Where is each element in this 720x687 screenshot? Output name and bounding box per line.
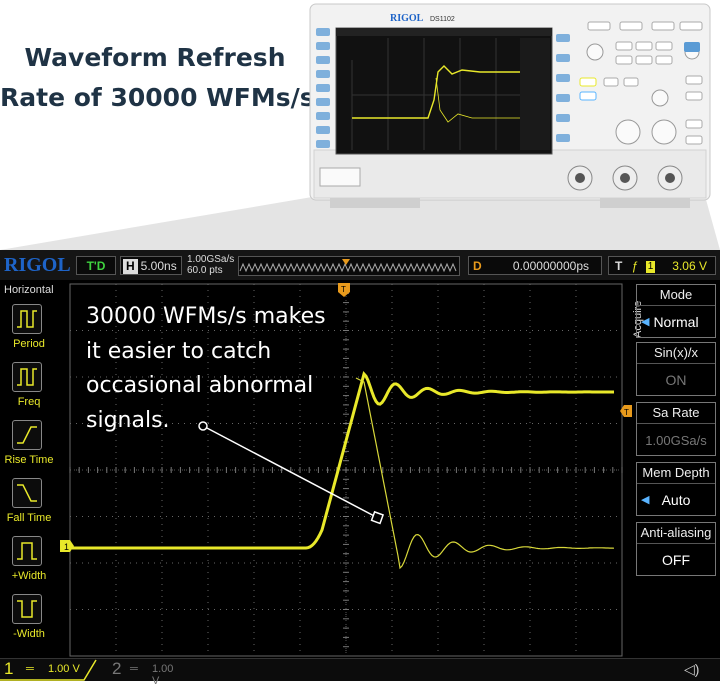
anti-aliasing-softkey[interactable]: Anti-aliasing OFF [636, 522, 716, 576]
ch1-marker: 1 [60, 540, 74, 552]
device-model: DS1102 [430, 16, 455, 23]
ch1-tab-outline [0, 659, 97, 681]
acquire-menu: Acquire Mode ◀ Normal Sin(x)/x ON Sa Rate… [632, 282, 720, 660]
delay-value: 0.00000000ps [512, 259, 589, 273]
delay-display[interactable]: D 0.00000000ps [468, 256, 602, 275]
mem-depth-value: Auto [661, 492, 691, 508]
positive-width-button[interactable] [12, 536, 42, 566]
fall-time-button[interactable] [12, 478, 42, 508]
trigger-level: 3.06 V [672, 259, 707, 273]
dc-coupling-icon: ═ [130, 663, 138, 675]
mem-depth-title: Mem Depth [637, 463, 715, 484]
mode-softkey[interactable]: Mode ◀ Normal [636, 284, 716, 338]
device-foot-right [600, 198, 690, 208]
sa-rate-title: Sa Rate [637, 403, 715, 424]
memory-overview-bar [238, 256, 460, 276]
input-connectors [567, 165, 683, 191]
anti-aliasing-title: Anti-aliasing [637, 523, 715, 544]
device-logo: RIGOL [390, 13, 424, 24]
svg-text:T: T [624, 408, 629, 417]
period-icon [17, 310, 37, 328]
mode-value-row: ◀ Normal [637, 306, 715, 339]
anti-aliasing-value: OFF [662, 552, 690, 568]
oscilloscope-illustration: RIGOL DS1102 [0, 3, 720, 250]
timebase-display[interactable]: H 5.00ns [120, 256, 182, 275]
sinx-title: Sin(x)/x [637, 343, 715, 364]
freq-icon [17, 368, 37, 386]
mode-title: Mode [637, 285, 715, 306]
fall-time-label: Fall Time [6, 512, 52, 524]
device-slot [319, 167, 361, 187]
left-softkeys [316, 28, 330, 148]
negative-width-label: -Width [13, 628, 45, 640]
mode-value: Normal [653, 314, 699, 330]
annotation-line-2: it easier to catch [86, 338, 272, 364]
channel-status-bar: 1 ═ 1.00 V 2 ═ 1.00 V ◁) [0, 658, 720, 687]
sinx-softkey[interactable]: Sin(x)/x ON [636, 342, 716, 396]
device-screen-menu [520, 38, 550, 150]
positive-width-icon [17, 542, 37, 560]
oscilloscope-screen: RIGOL T'D H 5.00ns 1.00GSa/s 60.0 pts D 0… [0, 250, 720, 687]
speaker-icon[interactable]: ◁) [684, 661, 699, 678]
annotation-line-4: signals. [86, 407, 170, 433]
freq-label: Freq [17, 396, 41, 408]
rising-edge-icon: ƒ [631, 259, 639, 273]
rise-time-label: Rise Time [4, 454, 54, 466]
delay-letter: D [473, 259, 482, 273]
timebase-value: 5.00ns [140, 259, 177, 273]
memory-points: 60.0 pts [187, 265, 223, 276]
negative-width-button[interactable] [12, 594, 42, 624]
annotation-text: 30000 WFMs/s makes it easier to catch oc… [86, 300, 326, 438]
sa-rate-value: 1.00GSa/s [645, 433, 707, 448]
trigger-letter: T [615, 259, 623, 273]
rise-time-button[interactable] [12, 420, 42, 450]
trigger-display[interactable]: T ƒ 1 3.06 V [608, 256, 716, 275]
trigger-source: 1 [645, 260, 656, 273]
rigol-logo: RIGOL [4, 254, 71, 276]
period-label: Period [13, 338, 45, 350]
trigger-status: T'D [76, 256, 116, 275]
trigger-position-marker: T [338, 283, 350, 297]
status-top-bar: RIGOL T'D H 5.00ns 1.00GSa/s 60.0 pts D 0… [0, 250, 720, 280]
select-arrow-icon: ◀ [641, 494, 650, 506]
horizontal-menu-title: Horizontal [4, 284, 54, 296]
horizontal-measure-menu: Horizontal Period Freq Rise Time Fall Ti… [0, 282, 60, 660]
period-button[interactable] [12, 304, 42, 334]
sample-info: 1.00GSa/s 60.0 pts [187, 254, 234, 276]
annotation-line-3: occasional abnormal [86, 373, 314, 398]
mem-depth-softkey[interactable]: Mem Depth ◀ Auto [636, 462, 716, 516]
timebase-letter: H [123, 259, 138, 274]
trigger-level-marker: T [620, 405, 632, 417]
freq-button[interactable] [12, 362, 42, 392]
mem-depth-value-row: ◀ Auto [637, 484, 715, 517]
negative-width-icon [17, 600, 37, 618]
ch2-number: 2 [112, 659, 122, 678]
device-screen [335, 27, 553, 155]
sa-rate-softkey[interactable]: Sa Rate 1.00GSa/s [636, 402, 716, 456]
rise-time-icon [17, 426, 37, 444]
device-foot-left [330, 198, 420, 208]
sinx-value: ON [665, 372, 687, 388]
fall-time-icon [17, 484, 37, 502]
ch2-volts-div: 1.00 V [152, 663, 174, 687]
select-arrow-icon: ◀ [641, 316, 650, 328]
sample-rate: 1.00GSa/s [187, 254, 235, 265]
svg-text:1: 1 [64, 542, 69, 552]
abnormal-signal-marker [370, 510, 385, 525]
positive-width-label: +Width [11, 570, 47, 582]
device-lower [313, 149, 707, 199]
svg-text:T: T [341, 285, 346, 294]
annotation-line-1: 30000 WFMs/s makes [86, 304, 326, 329]
